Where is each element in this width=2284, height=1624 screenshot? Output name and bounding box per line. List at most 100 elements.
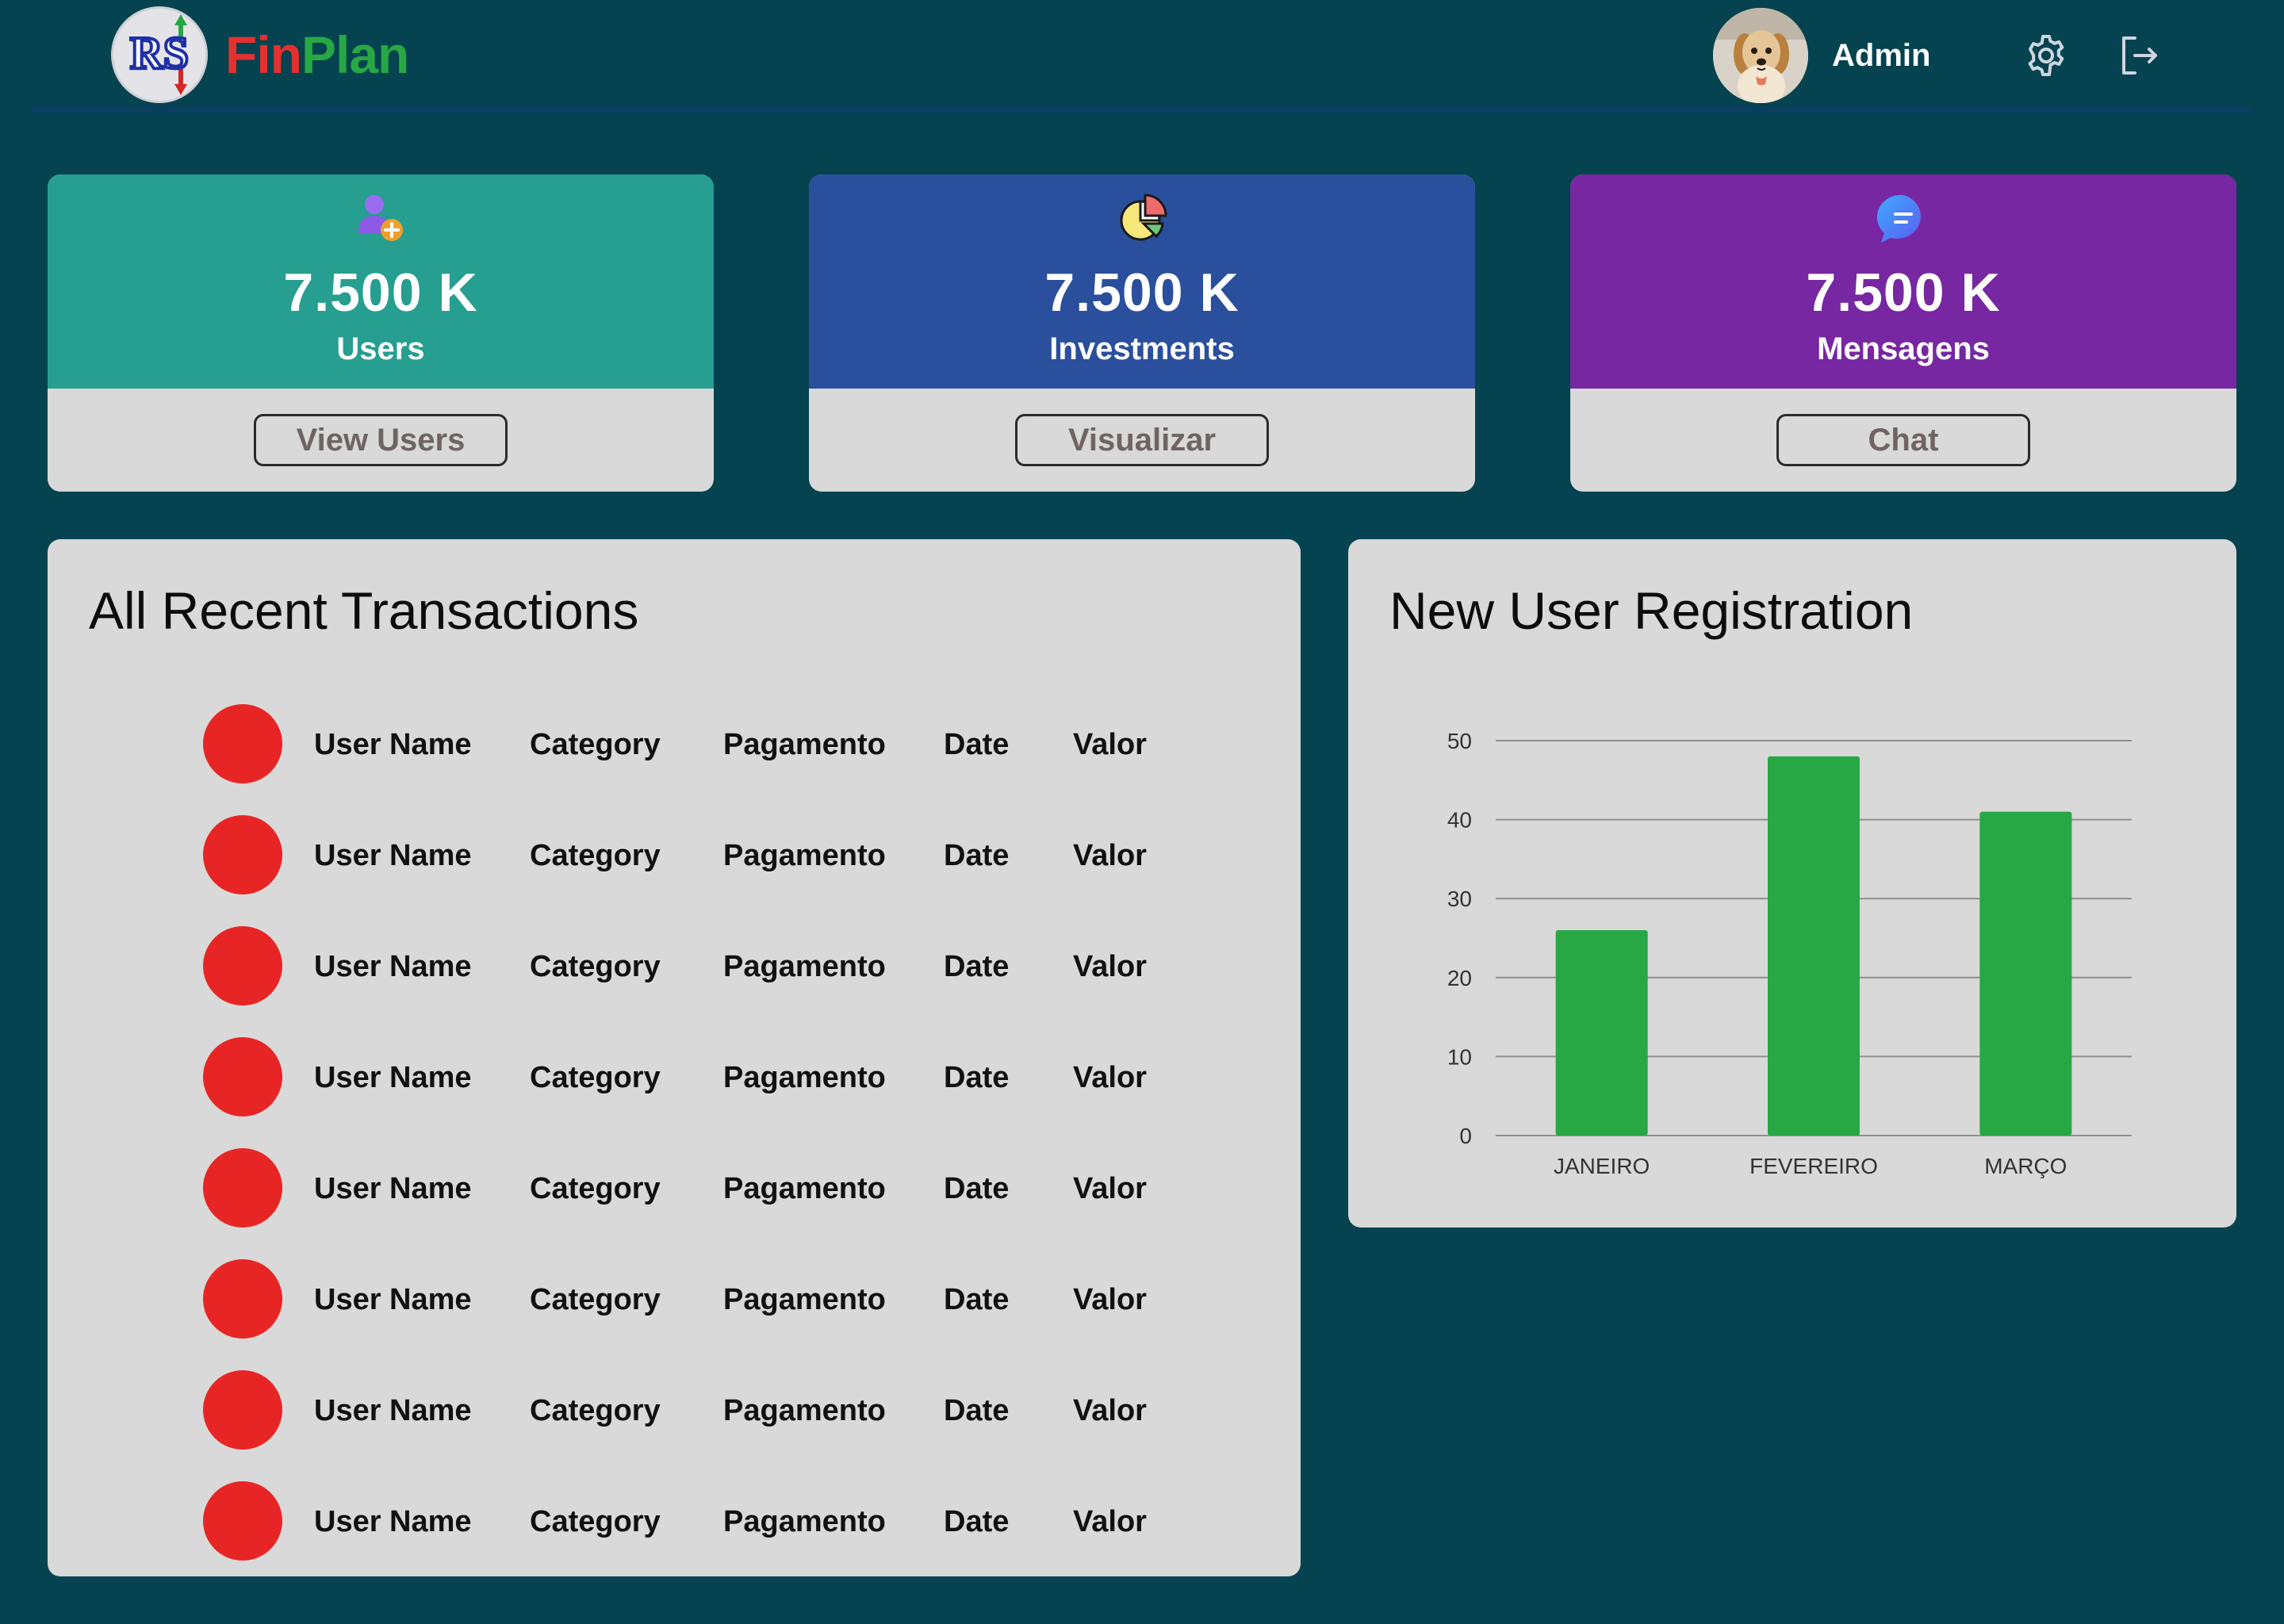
transaction-avatar	[203, 815, 282, 894]
transaction-payment: Pagamento	[723, 950, 886, 983]
transaction-row[interactable]: User Name Category Pagamento Date Valor	[203, 1037, 1234, 1116]
transaction-avatar	[203, 1370, 282, 1450]
transaction-value: Valor	[1073, 839, 1147, 872]
transaction-value: Valor	[1073, 950, 1147, 983]
transaction-user-name: User Name	[314, 839, 472, 872]
stat-card-investments: 7.500 K Investments Visualizar	[809, 174, 1475, 492]
transaction-user-name: User Name	[314, 1505, 472, 1538]
transaction-row[interactable]: User Name Category Pagamento Date Valor	[203, 926, 1234, 1005]
y-tick-label: 20	[1447, 966, 1472, 990]
transaction-user-name: User Name	[314, 1172, 472, 1205]
transaction-date: Date	[944, 1172, 1010, 1205]
settings-gear-icon[interactable]	[2022, 32, 2070, 79]
transaction-user-name: User Name	[314, 728, 472, 761]
stat-card-header: 7.500 K Investments	[809, 174, 1475, 389]
transaction-date: Date	[944, 1394, 1010, 1427]
transaction-category: Category	[530, 1172, 661, 1205]
transaction-value: Valor	[1073, 728, 1147, 761]
transaction-date: Date	[944, 728, 1010, 761]
bar-janeiro[interactable]	[1555, 930, 1648, 1136]
brand-name: FinPlan	[225, 25, 409, 85]
rs-logo-icon: RS	[111, 6, 208, 103]
transaction-avatar	[203, 926, 282, 1005]
transaction-user-name: User Name	[314, 1394, 472, 1427]
y-tick-label: 40	[1447, 808, 1472, 833]
transaction-avatar	[203, 1481, 282, 1561]
transaction-row[interactable]: User Name Category Pagamento Date Valor	[203, 1481, 1234, 1561]
avatar[interactable]	[1713, 8, 1808, 103]
transaction-date: Date	[944, 1283, 1010, 1316]
x-tick-label: MARÇO	[1984, 1154, 2067, 1178]
messages-count: 7.500 K	[1806, 262, 2001, 323]
stat-card-header: 7.500 K Users	[48, 174, 714, 389]
users-count: 7.500 K	[283, 262, 478, 323]
registration-bar-chart: 0 10 20 30 40 50 JANEIRO FEVEREIRO MARÇO	[1447, 729, 2132, 1178]
investments-count: 7.500 K	[1044, 262, 1240, 323]
transaction-value: Valor	[1073, 1172, 1147, 1205]
pie-chart-icon	[1120, 193, 1167, 241]
transaction-row[interactable]: User Name Category Pagamento Date Valor	[203, 704, 1234, 783]
transaction-value: Valor	[1073, 1505, 1147, 1538]
transaction-avatar	[203, 1037, 282, 1116]
messages-label: Mensagens	[1817, 331, 1990, 366]
top-header: RS FinPlan Admin	[32, 0, 2252, 119]
x-tick-label: FEVEREIRO	[1749, 1154, 1878, 1178]
admin-name: Admin	[1832, 37, 1931, 73]
y-tick-label: 30	[1447, 887, 1472, 911]
stat-card-footer: Visualizar	[809, 389, 1475, 492]
transaction-date: Date	[944, 1505, 1010, 1538]
transaction-date: Date	[944, 839, 1010, 872]
transaction-date: Date	[944, 1061, 1010, 1094]
visualizar-button[interactable]: Visualizar	[1015, 414, 1269, 466]
transaction-date: Date	[944, 950, 1010, 983]
user-profile[interactable]: Admin	[1713, 8, 1930, 103]
transaction-value: Valor	[1073, 1061, 1147, 1094]
transaction-avatar	[203, 1259, 282, 1339]
transaction-payment: Pagamento	[723, 1061, 886, 1094]
transaction-category: Category	[530, 950, 661, 983]
transaction-avatar	[203, 1148, 282, 1228]
transaction-user-name: User Name	[314, 950, 472, 983]
recent-transactions-panel: All Recent Transactions User Name Categor…	[48, 539, 1301, 1576]
stat-card-footer: View Users	[48, 389, 714, 492]
y-tick-label: 0	[1459, 1124, 1472, 1148]
stat-card-footer: Chat	[1570, 389, 2236, 492]
add-user-icon	[358, 195, 403, 241]
transaction-row[interactable]: User Name Category Pagamento Date Valor	[203, 1259, 1234, 1339]
transaction-row[interactable]: User Name Category Pagamento Date Valor	[203, 1148, 1234, 1228]
transaction-row[interactable]: User Name Category Pagamento Date Valor	[203, 815, 1234, 894]
view-users-button[interactable]: View Users	[254, 414, 508, 466]
transaction-payment: Pagamento	[723, 839, 886, 872]
transaction-category: Category	[530, 1505, 661, 1538]
transaction-payment: Pagamento	[723, 1394, 886, 1427]
transaction-row[interactable]: User Name Category Pagamento Date Valor	[203, 1370, 1234, 1450]
transaction-user-name: User Name	[314, 1061, 472, 1094]
transaction-payment: Pagamento	[723, 1505, 886, 1538]
stat-card-users: 7.500 K Users View Users	[48, 174, 714, 492]
y-tick-label: 50	[1447, 729, 1472, 753]
brand-logo[interactable]: RS FinPlan	[111, 6, 409, 103]
bar-março[interactable]	[1979, 811, 2072, 1136]
stat-card-messages: 7.500 K Mensagens Chat	[1570, 174, 2236, 492]
bar-fevereiro[interactable]	[1768, 756, 1860, 1136]
chat-button[interactable]: Chat	[1776, 414, 2030, 466]
y-tick-label: 10	[1447, 1044, 1472, 1069]
logout-icon[interactable]	[2116, 32, 2163, 79]
transaction-value: Valor	[1073, 1283, 1147, 1316]
users-label: Users	[336, 331, 425, 366]
transaction-payment: Pagamento	[723, 728, 886, 761]
transaction-category: Category	[530, 1283, 661, 1316]
transaction-payment: Pagamento	[723, 1283, 886, 1316]
transactions-title: All Recent Transactions	[89, 581, 639, 640]
brand-part-plan: Plan	[301, 25, 409, 84]
transaction-category: Category	[530, 1061, 661, 1094]
investments-label: Investments	[1049, 331, 1235, 366]
transaction-category: Category	[530, 728, 661, 761]
brand-part-fin: Fin	[225, 25, 302, 84]
transaction-avatar	[203, 704, 282, 783]
transaction-category: Category	[530, 839, 661, 872]
transaction-value: Valor	[1073, 1394, 1147, 1427]
chat-bubble-icon	[1876, 194, 1922, 243]
header-divider	[32, 106, 2252, 114]
transaction-payment: Pagamento	[723, 1172, 886, 1205]
